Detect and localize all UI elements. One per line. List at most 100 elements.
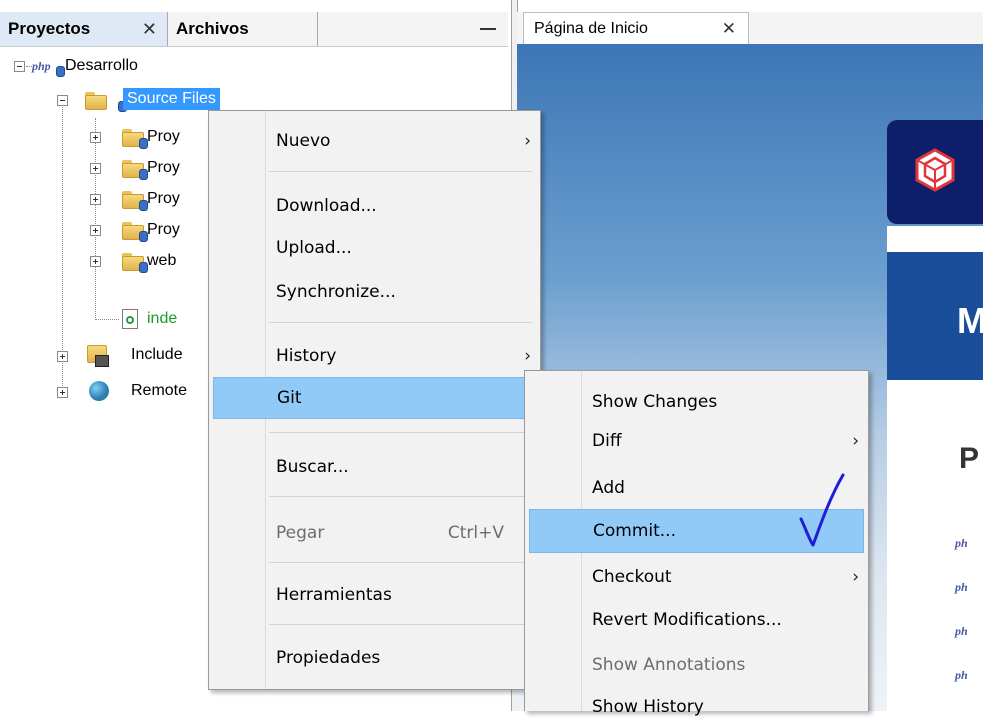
menu-separator xyxy=(269,562,532,563)
tree-node-source-files[interactable]: Source Files xyxy=(55,86,255,112)
editor-tabbar: Página de Inicio ✕ xyxy=(517,12,983,45)
expand-icon[interactable] xyxy=(90,256,101,267)
tree-node-label: Proy xyxy=(147,128,180,145)
menu-item-diff[interactable]: Diff › xyxy=(525,423,868,459)
menu-item-label: Git xyxy=(277,388,302,408)
tree-node-label: Remote xyxy=(131,382,188,399)
tree-node-label: web xyxy=(147,252,177,269)
menu-item-label: Propiedades xyxy=(276,648,381,668)
menu-item-synchronize[interactable]: Synchronize... xyxy=(209,274,540,310)
minimize-icon[interactable] xyxy=(480,28,496,30)
tree-node-child[interactable]: web xyxy=(88,248,208,274)
tree-node-child[interactable]: Proy xyxy=(88,155,208,181)
tree-guide-line xyxy=(95,319,119,320)
close-icon[interactable]: ✕ xyxy=(142,12,157,46)
menu-item-show-changes[interactable]: Show Changes xyxy=(525,384,868,420)
tree-node-label: Include xyxy=(131,346,183,363)
start-page-content: P ph ph ph ph xyxy=(887,380,983,711)
menu-item-download[interactable]: Download... xyxy=(209,188,540,224)
recent-project-link[interactable]: ph xyxy=(955,668,968,683)
tree-node-label: Desarrollo xyxy=(65,57,138,74)
tab-proyectos[interactable]: Proyectos ✕ xyxy=(0,12,168,46)
tree-node-remote[interactable]: Remote xyxy=(55,378,215,404)
expand-icon[interactable] xyxy=(90,194,101,205)
section-heading: P xyxy=(959,442,980,475)
menu-item-pegar[interactable]: Pegar Ctrl+V xyxy=(209,515,540,551)
chevron-right-icon: › xyxy=(852,431,859,451)
banner-title: M xyxy=(957,300,983,341)
menu-item-git[interactable]: Git › xyxy=(213,377,536,419)
tab-label: Página de Inicio xyxy=(534,20,648,37)
menu-item-label: Nuevo xyxy=(276,131,331,151)
menu-item-label: History xyxy=(276,346,337,366)
tree-node-child[interactable]: Proy xyxy=(88,186,208,212)
netbeans-cube-icon xyxy=(915,148,955,192)
menu-separator xyxy=(269,496,532,497)
folder-icon xyxy=(85,90,107,110)
menu-item-label: Show Annotations xyxy=(592,655,746,675)
globe-icon xyxy=(89,381,109,401)
netbeans-logo-banner xyxy=(887,120,983,224)
collapse-icon[interactable] xyxy=(57,95,68,106)
menu-item-propiedades[interactable]: Propiedades xyxy=(209,640,540,676)
menu-item-herramientas[interactable]: Herramientas › xyxy=(209,577,540,613)
php-logo-icon: php xyxy=(32,59,51,73)
menu-item-show-annotations[interactable]: Show Annotations xyxy=(525,647,868,683)
tree-node-include[interactable]: Include xyxy=(55,342,215,368)
menu-item-label: Diff xyxy=(592,431,622,451)
expand-icon[interactable] xyxy=(90,163,101,174)
menu-item-label: Show Changes xyxy=(592,392,718,412)
recent-project-link[interactable]: ph xyxy=(955,580,968,595)
checkmark-annotation-icon xyxy=(799,473,845,547)
tree-node-desarrollo[interactable]: php Desarrollo xyxy=(8,53,248,79)
context-menu: Nuevo › Download... Upload... Synchroniz… xyxy=(208,110,541,690)
php-file-icon xyxy=(122,309,138,329)
tree-node-label: Proy xyxy=(147,190,180,207)
banner-divider xyxy=(887,226,983,252)
menu-item-label: Commit... xyxy=(593,521,676,541)
menu-item-label: Download... xyxy=(276,196,377,216)
tab-pagina-de-inicio[interactable]: Página de Inicio ✕ xyxy=(523,12,749,44)
menu-item-nuevo[interactable]: Nuevo › xyxy=(209,123,540,159)
tree-node-file-index[interactable]: inde xyxy=(88,306,208,332)
recent-project-link[interactable]: ph xyxy=(955,536,968,551)
expand-icon[interactable] xyxy=(57,351,68,362)
menu-item-buscar[interactable]: Buscar... xyxy=(209,449,540,485)
tree-node-label: inde xyxy=(147,310,178,327)
menu-item-label: Checkout xyxy=(592,567,672,587)
tree-node-label: Proy xyxy=(147,221,180,238)
git-submenu: Show Changes Diff › Add Commit... Checko… xyxy=(524,370,869,717)
menu-item-upload[interactable]: Upload... xyxy=(209,230,540,266)
menu-item-shortcut: Ctrl+V xyxy=(447,523,504,543)
menu-item-revert-modifications[interactable]: Revert Modifications... xyxy=(525,602,868,638)
projects-tabbar: Proyectos ✕ Archivos xyxy=(0,12,508,47)
tree-node-child[interactable]: Proy xyxy=(88,124,208,150)
chevron-right-icon: › xyxy=(524,346,531,366)
menu-item-label: Upload... xyxy=(276,238,352,258)
menu-item-label: Add xyxy=(592,478,625,498)
tree-node-child[interactable]: Proy xyxy=(88,217,208,243)
menu-item-label: Synchronize... xyxy=(276,282,396,302)
close-icon[interactable]: ✕ xyxy=(722,13,736,45)
menu-item-label: Buscar... xyxy=(276,457,349,477)
menu-separator xyxy=(269,171,532,172)
tab-archivos-label: Archivos xyxy=(176,19,249,38)
tab-proyectos-label: Proyectos xyxy=(8,19,91,38)
chevron-right-icon: › xyxy=(524,131,531,151)
menu-separator xyxy=(269,432,532,433)
chevron-right-icon: › xyxy=(852,567,859,587)
recent-project-link[interactable]: ph xyxy=(955,624,968,639)
menu-item-label: Show History xyxy=(592,697,704,717)
expand-icon[interactable] xyxy=(57,387,68,398)
expand-icon[interactable] xyxy=(90,225,101,236)
menu-item-label: Revert Modifications... xyxy=(592,610,782,630)
menu-item-checkout[interactable]: Checkout › xyxy=(525,559,868,595)
database-badge-icon xyxy=(56,66,65,77)
menu-item-show-history[interactable]: Show History xyxy=(525,689,868,725)
menu-item-history[interactable]: History › xyxy=(209,338,540,374)
tab-archivos[interactable]: Archivos xyxy=(168,12,318,46)
collapse-icon[interactable] xyxy=(14,61,25,72)
library-folder-icon xyxy=(87,345,109,367)
expand-icon[interactable] xyxy=(90,132,101,143)
tree-node-label: Proy xyxy=(147,159,180,176)
